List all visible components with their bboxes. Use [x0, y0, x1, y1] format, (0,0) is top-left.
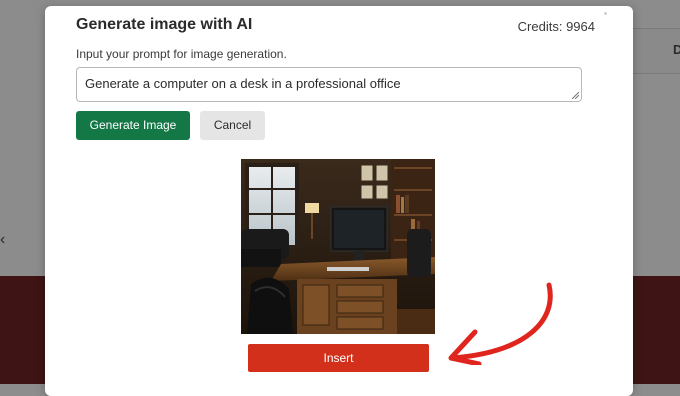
arrow-annotation-icon	[448, 282, 553, 365]
generated-image[interactable]	[241, 159, 435, 334]
cancel-button[interactable]: Cancel	[200, 111, 265, 140]
background-dot	[604, 12, 607, 15]
prompt-textarea[interactable]: Generate a computer on a desk in a profe…	[76, 67, 582, 102]
credits-counter: Credits: 9964	[517, 19, 595, 34]
prompt-text: Generate a computer on a desk in a profe…	[85, 76, 401, 91]
resize-grip-icon[interactable]	[572, 92, 579, 99]
modal-title: Generate image with AI	[76, 16, 253, 33]
background-tab-label: D	[673, 42, 680, 57]
chevron-left-icon[interactable]: ‹	[0, 232, 10, 248]
generate-image-button[interactable]: Generate Image	[76, 111, 190, 140]
prompt-hint: Input your prompt for image generation.	[76, 47, 287, 61]
office-scene-illustration	[241, 159, 435, 334]
background-tab: D	[632, 28, 680, 74]
insert-button[interactable]: Insert	[248, 344, 429, 372]
